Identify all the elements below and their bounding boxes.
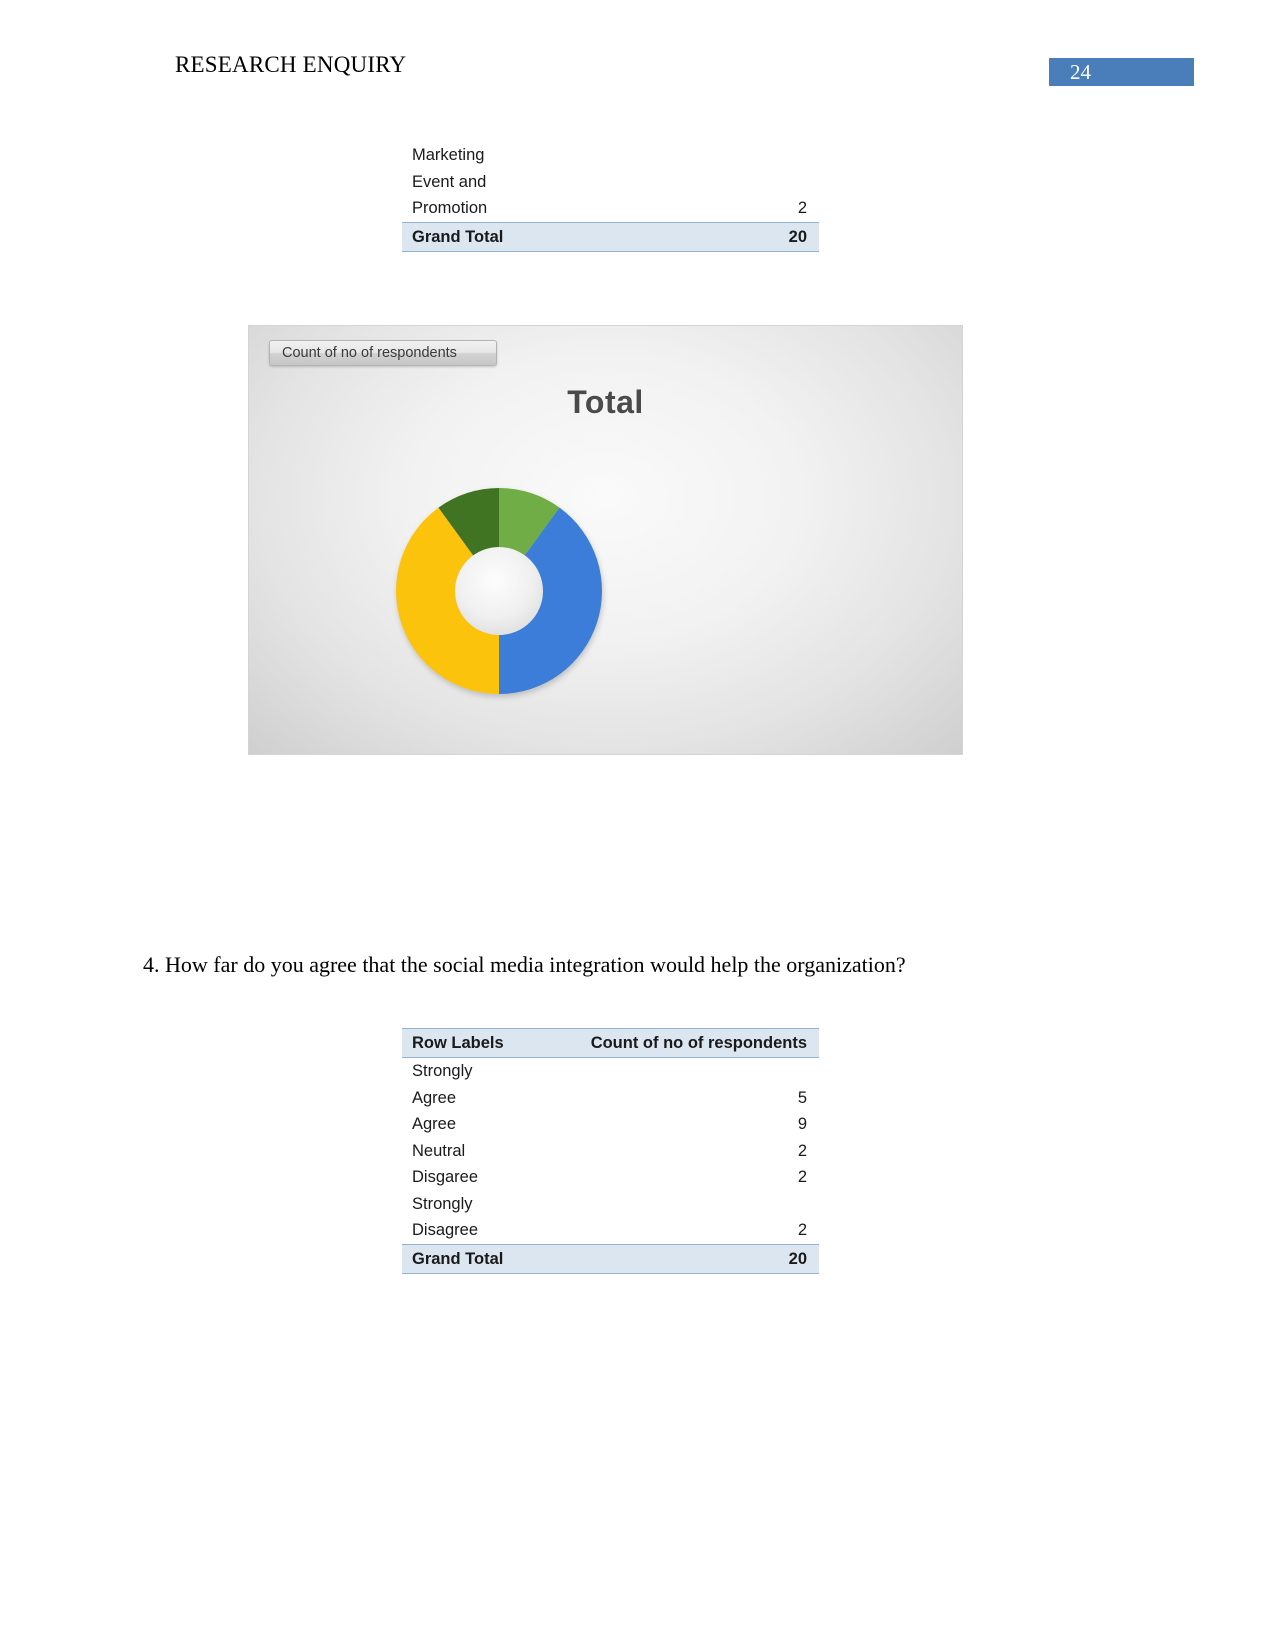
row-label: Disgaree xyxy=(412,1168,479,1186)
pivot-chart-total: Count of no of respondents Total xyxy=(248,325,963,755)
row-value: 9 xyxy=(797,1115,807,1133)
row-label: Strongly xyxy=(412,1194,473,1213)
row-value: 2 xyxy=(797,1141,807,1160)
row-label: Neutral xyxy=(412,1141,466,1160)
row-value xyxy=(557,1191,819,1218)
row-value xyxy=(557,1058,819,1085)
page-header: RESEARCH ENQUIRY 24 xyxy=(0,52,1275,92)
row-value: 2 xyxy=(797,199,807,217)
table-row: Strongly xyxy=(402,1191,819,1218)
pivot-table-agreement: Row Labels Count of no of respondents St… xyxy=(402,1028,819,1274)
row-label: Disagree xyxy=(412,1221,479,1239)
table-row: Marketing xyxy=(402,142,819,169)
row-value xyxy=(557,169,819,196)
table-row: Agree 9 xyxy=(402,1111,819,1138)
pivot-field-button[interactable]: Count of no of respondents xyxy=(269,340,497,366)
table-header-row: Row Labels Count of no of respondents xyxy=(402,1028,819,1058)
pivot-field-button-label: Count of no of respondents xyxy=(282,345,457,361)
grand-total-label: Grand Total xyxy=(402,1243,557,1274)
row-value: 2 xyxy=(797,1168,807,1186)
row-label: Strongly xyxy=(412,1062,473,1080)
column-header-row-labels: Row Labels xyxy=(402,1028,557,1058)
row-value: 2 xyxy=(797,1221,807,1239)
table-row: Neutral 2 xyxy=(402,1138,819,1165)
donut-chart xyxy=(369,466,629,716)
table-row-grand-total: Grand Total 20 xyxy=(402,221,819,252)
question-text: 4. How far do you agree that the social … xyxy=(143,952,906,977)
table-row: Disagree 2 xyxy=(402,1217,819,1244)
page-number-badge: 24 xyxy=(1049,58,1194,86)
table-row: Promotion 2 xyxy=(402,195,819,222)
row-value xyxy=(557,142,819,169)
column-header-count: Count of no of respondents xyxy=(557,1028,819,1058)
grand-total-value: 20 xyxy=(557,221,819,252)
document-header-title: RESEARCH ENQUIRY xyxy=(175,52,407,77)
donut-chart-svg xyxy=(396,488,602,694)
grand-total-value: 20 xyxy=(557,1243,819,1274)
row-label: Agree xyxy=(412,1115,457,1133)
table-row: Agree 5 xyxy=(402,1085,819,1112)
row-value: 5 xyxy=(797,1088,807,1107)
table-row: Disgaree 2 xyxy=(402,1164,819,1191)
table-row-grand-total: Grand Total 20 xyxy=(402,1243,819,1274)
table-row: Event and xyxy=(402,169,819,196)
donut-hole xyxy=(455,547,543,635)
table-row: Strongly xyxy=(402,1058,819,1085)
grand-total-label: Grand Total xyxy=(402,221,557,252)
row-label: Promotion xyxy=(412,199,488,217)
row-label: Agree xyxy=(412,1088,457,1107)
row-label: Marketing xyxy=(412,146,485,164)
chart-title: Total xyxy=(567,384,644,420)
pivot-table-modifications: Marketing Event and Promotion 2 Grand To… xyxy=(402,142,819,252)
row-label: Event and xyxy=(412,172,487,191)
